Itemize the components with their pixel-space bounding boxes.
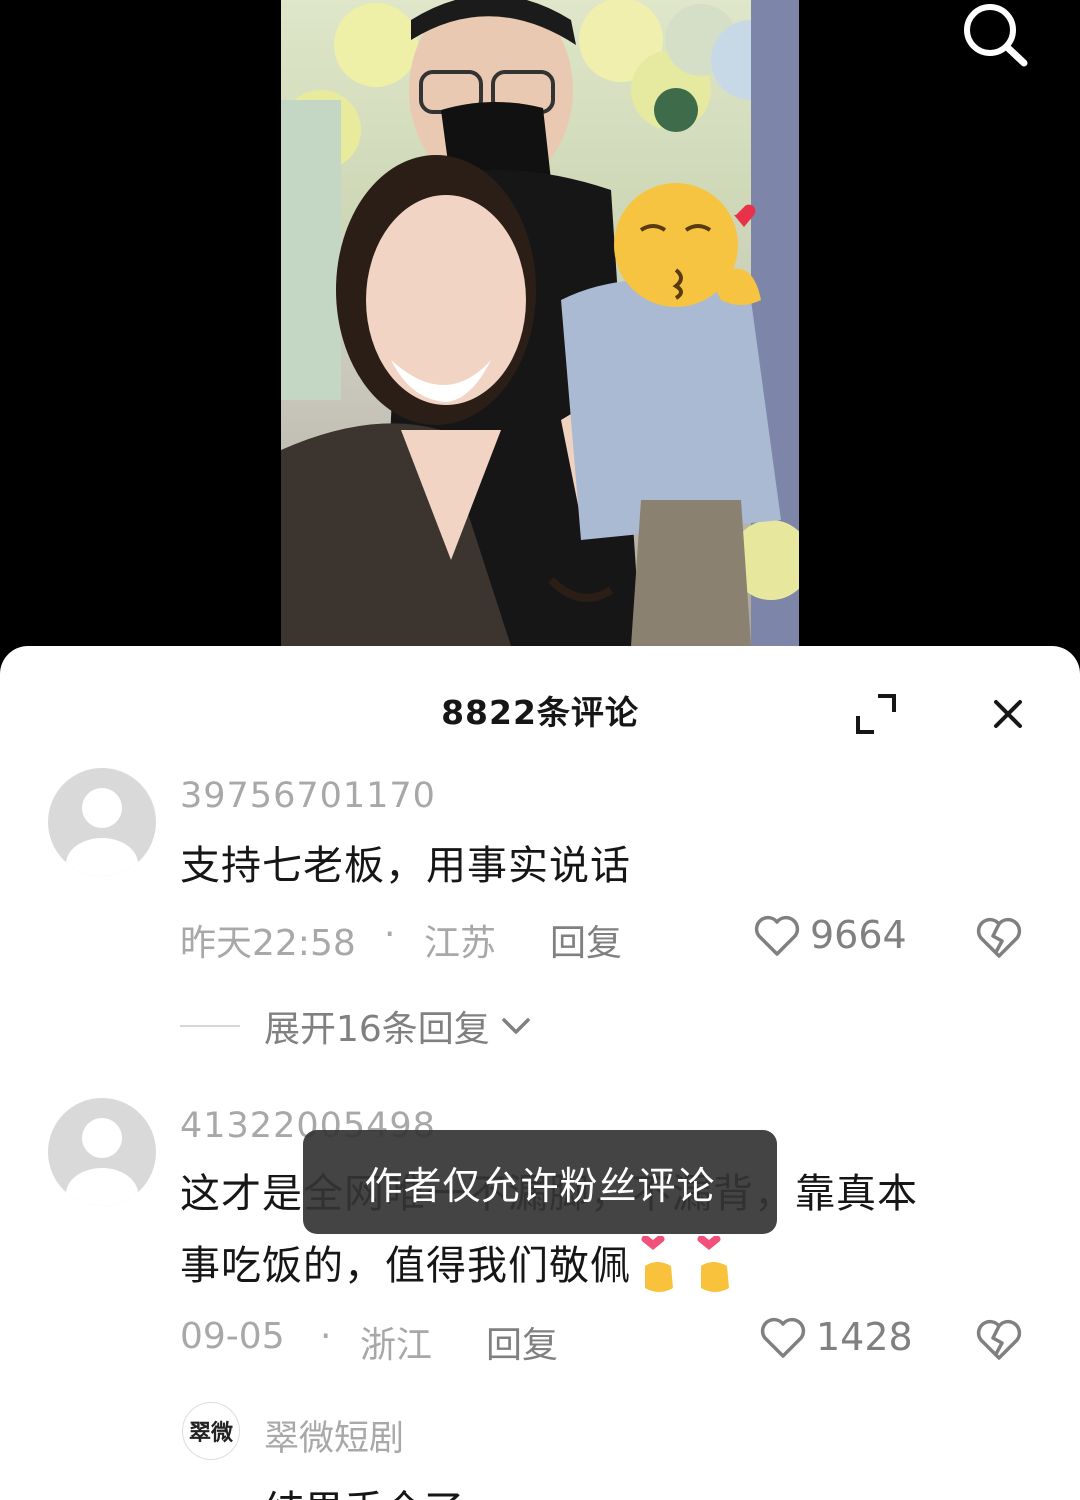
comment-text[interactable]: 支持七老板，用事实说话: [180, 830, 631, 902]
search-icon: [964, 4, 1028, 67]
heart-icon: [760, 1317, 806, 1358]
close-icon: [994, 700, 1022, 728]
finger-heart-emoji-icon: [641, 1236, 673, 1292]
avatar[interactable]: [48, 1098, 156, 1206]
like-button[interactable]: 9664: [752, 910, 907, 960]
like-count: 1428: [816, 1315, 913, 1359]
finger-heart-emoji-icon: [697, 1236, 729, 1292]
toast-message: 作者仅允许粉丝评论: [303, 1130, 777, 1234]
reply-button[interactable]: 回复: [486, 1316, 558, 1368]
video-player[interactable]: [0, 0, 1080, 650]
heart-icon: [754, 915, 800, 956]
broken-heart-icon: [976, 917, 1022, 958]
chevron-down-icon: [502, 1018, 530, 1034]
broken-heart-icon: [976, 1319, 1022, 1360]
sub-reply-avatar[interactable]: 翠微: [182, 1402, 240, 1460]
comment-location: 浙江: [360, 1325, 433, 1366]
meta-separator: ·: [320, 1316, 332, 1357]
meta-separator: ·: [384, 914, 396, 955]
comment-text-line-2[interactable]: 事吃饭的，值得我们敬佩: [180, 1230, 737, 1302]
reply-button[interactable]: 回复: [550, 914, 622, 966]
default-avatar-icon: [66, 788, 138, 876]
comment-text-line-2-text: 事吃饭的，值得我们敬佩: [180, 1243, 631, 1289]
expand-replies-label: 展开16条回复: [264, 1009, 490, 1050]
comment-location: 江苏: [424, 923, 497, 964]
close-panel-button[interactable]: [984, 690, 1032, 738]
expand-icon: [856, 694, 896, 734]
sub-reply-username[interactable]: 翠微短剧: [264, 1410, 404, 1461]
dislike-button[interactable]: [974, 1314, 1024, 1364]
avatar[interactable]: [48, 768, 156, 876]
dislike-button[interactable]: [974, 912, 1024, 962]
expand-replies-button[interactable]: 展开16条回复: [180, 1000, 536, 1052]
divider-line: [180, 1025, 240, 1027]
video-image: [281, 0, 799, 646]
sub-reply-text[interactable]: 结果丢全了: [264, 1478, 464, 1500]
search-button[interactable]: [958, 0, 1034, 70]
comments-count-title: 8822条评论: [441, 693, 639, 732]
comment-time: 昨天22:58: [180, 923, 356, 964]
comment-username[interactable]: 39756701170: [180, 776, 436, 816]
video-frame[interactable]: [281, 0, 799, 646]
like-button[interactable]: 1428: [758, 1312, 913, 1362]
comments-panel: 8822条评论 39756701170 支持七老板，用事实说话 昨天22:58 …: [0, 646, 1080, 1500]
comment-time: 09-05: [180, 1316, 285, 1357]
like-count: 9664: [810, 913, 907, 957]
default-avatar-icon: [66, 1118, 138, 1206]
expand-panel-button[interactable]: [852, 690, 900, 738]
